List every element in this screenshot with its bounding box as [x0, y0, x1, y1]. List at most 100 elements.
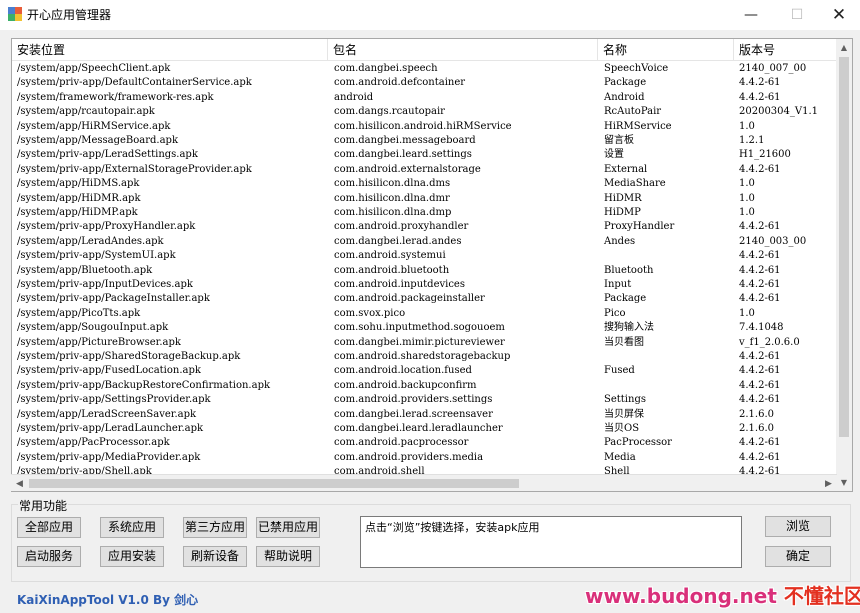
table-row[interactable]: /system/app/PictureBrowser.apk com.dangbe…: [12, 336, 836, 350]
table-row[interactable]: /system/app/HiDMS.apk com.hisilicon.dlna.…: [12, 177, 836, 191]
list-body: /system/app/SpeechClient.apk com.dangbei.…: [12, 62, 836, 480]
help-button[interactable]: 帮助说明: [256, 546, 320, 567]
table-row[interactable]: /system/app/LeradScreenSaver.apk com.dang…: [12, 408, 836, 422]
table-row[interactable]: /system/priv-app/BackupRestoreConfirmati…: [12, 379, 836, 393]
refresh-device-button[interactable]: 刷新设备: [183, 546, 247, 567]
cell-version: 1.0: [739, 120, 755, 132]
install-app-button[interactable]: 应用安装: [100, 546, 164, 567]
table-row[interactable]: /system/app/MessageBoard.apk com.dangbei.…: [12, 134, 836, 148]
table-row[interactable]: /system/priv-app/SharedStorageBackup.apk…: [12, 350, 836, 364]
cell-package: com.dangbei.messageboard: [334, 135, 476, 146]
cell-version: 4.4.2-61: [739, 163, 781, 175]
table-row[interactable]: /system/app/Bluetooth.apk com.android.blu…: [12, 264, 836, 278]
third-party-apps-button[interactable]: 第三方应用: [183, 517, 247, 538]
confirm-button[interactable]: 确定: [765, 546, 831, 567]
watermark-site: www.budong.net: [585, 584, 777, 608]
table-row[interactable]: /system/priv-app/ProxyHandler.apk com.and…: [12, 220, 836, 234]
vertical-scrollbar[interactable]: ▲ ▼: [836, 38, 853, 492]
table-row[interactable]: /system/app/PicoTts.apk com.svox.pico Pico…: [12, 307, 836, 321]
cell-location: /system/app/rcautopair.apk: [17, 106, 155, 118]
cell-package: com.dangbei.lerad.andes: [334, 235, 462, 247]
cell-package: com.android.pacprocessor: [334, 437, 469, 449]
minimize-button[interactable]: —: [728, 0, 774, 30]
table-row[interactable]: /system/priv-app/SystemUI.apk com.android…: [12, 249, 836, 263]
cell-location: /system/app/SpeechClient.apk: [17, 63, 171, 74]
cell-package: com.dangs.rcautopair: [334, 106, 445, 118]
table-row[interactable]: /system/app/HiDMP.apk com.hisilicon.dlna.…: [12, 206, 836, 220]
cell-package: com.android.location.fused: [334, 365, 472, 377]
table-row[interactable]: /system/app/HiRMService.apk com.hisilicon…: [12, 120, 836, 134]
cell-package: com.hisilicon.dlna.dmp: [334, 207, 452, 218]
table-row[interactable]: /system/app/SpeechClient.apk com.dangbei.…: [12, 62, 836, 76]
table-row[interactable]: /system/priv-app/DefaultContainerService…: [12, 76, 836, 90]
browse-button[interactable]: 浏览: [765, 516, 831, 537]
cell-location: /system/app/LeradScreenSaver.apk: [17, 408, 197, 420]
cell-name: SpeechVoice: [604, 63, 669, 74]
cell-package: com.android.providers.media: [334, 451, 484, 463]
table-row[interactable]: /system/framework/framework-res.apk andro…: [12, 91, 836, 105]
status-textbox[interactable]: 点击“浏览”按键选择，安装apk应用: [360, 516, 742, 568]
scroll-left-icon[interactable]: ◀: [11, 475, 28, 492]
cell-name: Android: [604, 91, 645, 103]
cell-location: /system/app/PicoTts.apk: [17, 307, 141, 319]
cell-location: /system/app/HiRMService.apk: [17, 120, 171, 132]
cell-name: 当贝屏保: [604, 408, 644, 420]
horizontal-scrollbar[interactable]: ◀ ▶: [11, 474, 837, 491]
scroll-down-icon[interactable]: ▼: [836, 474, 852, 491]
table-row[interactable]: /system/priv-app/PackageInstaller.apk com…: [12, 292, 836, 306]
table-row[interactable]: /system/priv-app/LeradSettings.apk com.da…: [12, 148, 836, 162]
cell-package: android: [334, 91, 374, 103]
table-row[interactable]: /system/priv-app/ExternalStorageProvider…: [12, 163, 836, 177]
cell-package: com.dangbei.leard.leradlauncher: [334, 423, 503, 434]
cell-name: RcAutoPair: [604, 106, 662, 118]
cell-package: com.android.systemui: [334, 250, 446, 262]
scroll-right-icon[interactable]: ▶: [820, 475, 837, 492]
cell-name: [598, 249, 734, 263]
table-row[interactable]: /system/app/PacProcessor.apk com.android.…: [12, 436, 836, 450]
title-bar: 开心应用管理器 — ☐ ✕: [0, 0, 860, 30]
app-list[interactable]: 安装位置 包名 名称 版本号 /system/app/SpeechClient.…: [11, 38, 837, 492]
cell-package: com.hisilicon.android.hiRMService: [334, 120, 512, 132]
table-row[interactable]: /system/priv-app/InputDevices.apk com.and…: [12, 278, 836, 292]
column-header-version[interactable]: 版本号: [734, 39, 836, 61]
cell-name: 当贝OS: [604, 423, 640, 434]
system-apps-button[interactable]: 系统应用: [100, 517, 164, 538]
cell-package: com.dangbei.mimir.pictureviewer: [334, 336, 505, 348]
cell-version: 1.0: [739, 207, 755, 218]
column-header-name[interactable]: 名称: [598, 39, 734, 61]
table-row[interactable]: /system/app/LeradAndes.apk com.dangbei.le…: [12, 235, 836, 249]
cell-package: com.android.sharedstoragebackup: [334, 351, 511, 362]
disabled-apps-button[interactable]: 已禁用应用: [256, 517, 320, 538]
scrollbar-thumb[interactable]: [839, 57, 849, 437]
cell-location: /system/app/MessageBoard.apk: [17, 135, 179, 146]
cell-package: com.hisilicon.dlna.dmr: [334, 192, 450, 204]
table-row[interactable]: /system/app/SougouInput.apk com.sohu.inpu…: [12, 321, 836, 335]
cell-location: /system/framework/framework-res.apk: [17, 91, 214, 103]
table-row[interactable]: /system/priv-app/SettingsProvider.apk com…: [12, 393, 836, 407]
table-row[interactable]: /system/priv-app/FusedLocation.apk com.an…: [12, 364, 836, 378]
cell-location: /system/priv-app/ExternalStorageProvider…: [17, 163, 252, 175]
all-apps-button[interactable]: 全部应用: [17, 517, 81, 538]
footer-credit: KaiXinAppTool V1.0 By 剑心: [17, 593, 199, 607]
table-row[interactable]: /system/app/HiDMR.apk com.hisilicon.dlna.…: [12, 192, 836, 206]
cell-version: 1.0: [739, 178, 755, 190]
table-row[interactable]: /system/priv-app/LeradLauncher.apk com.da…: [12, 422, 836, 436]
cell-location: /system/app/PictureBrowser.apk: [17, 336, 181, 348]
cell-name: 设置: [604, 149, 624, 161]
start-service-button[interactable]: 启动服务: [17, 546, 81, 567]
column-header-location[interactable]: 安装位置: [12, 39, 328, 61]
maximize-button[interactable]: ☐: [774, 0, 820, 30]
scroll-up-icon[interactable]: ▲: [836, 39, 852, 56]
cell-version: H1_21600: [739, 149, 791, 161]
column-header-package[interactable]: 包名: [328, 39, 598, 61]
table-row[interactable]: /system/app/rcautopair.apk com.dangs.rcau…: [12, 105, 836, 119]
cell-location: /system/priv-app/MediaProvider.apk: [17, 451, 201, 463]
cell-name: MediaShare: [604, 178, 666, 190]
scrollbar-thumb[interactable]: [29, 479, 519, 488]
cell-version: 2140_003_00: [739, 235, 807, 247]
cell-name: 搜狗输入法: [604, 322, 654, 334]
cell-location: /system/app/PacProcessor.apk: [17, 437, 170, 449]
table-row[interactable]: /system/priv-app/MediaProvider.apk com.an…: [12, 451, 836, 465]
cell-version: 2.1.6.0: [739, 423, 774, 434]
close-button[interactable]: ✕: [816, 0, 860, 30]
